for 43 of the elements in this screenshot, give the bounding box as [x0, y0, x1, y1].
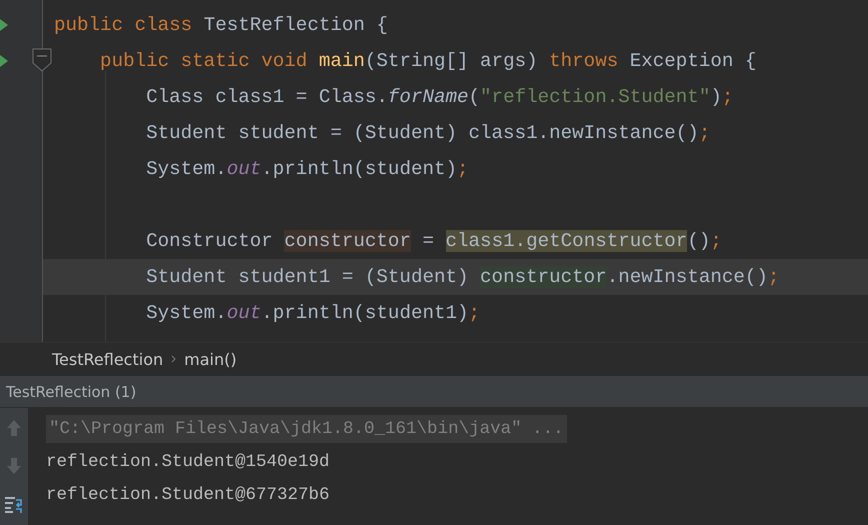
chevron-icon	[171, 355, 176, 363]
code-token: ()	[687, 230, 710, 252]
fold-icon[interactable]	[32, 48, 52, 72]
run-icon[interactable]	[0, 55, 8, 67]
code-token: Student student1 = (Student)	[145, 266, 470, 288]
breadcrumb[interactable]: main()	[184, 350, 237, 368]
code-token: ;	[468, 302, 480, 324]
code-token: "reflection.Student"	[480, 86, 710, 108]
code-token: )	[710, 86, 722, 108]
code-token: public class	[54, 14, 194, 36]
code-token: ;	[768, 266, 780, 288]
code-token: throws	[549, 50, 620, 72]
code-token: System.	[145, 302, 227, 324]
code-token: constructor	[284, 230, 411, 252]
code-token: constructor	[480, 266, 607, 288]
code-token: ;	[710, 230, 722, 252]
code-token: public static void	[99, 50, 308, 72]
run-icon[interactable]	[0, 19, 8, 31]
breadcrumb[interactable]: TestReflection	[52, 350, 164, 368]
code-token: System.	[145, 158, 227, 180]
code-token: Class class1 = Class.	[145, 86, 388, 108]
code-token: .println(student1)	[261, 302, 469, 324]
code-token: out	[226, 302, 262, 324]
code-token: =	[421, 230, 435, 252]
code-token: ;	[722, 86, 734, 108]
code-token: .println(student)	[261, 158, 458, 180]
run-tab[interactable]: TestReflection (1)	[6, 382, 136, 400]
console-line: reflection.Student@1540e19d	[46, 452, 330, 472]
code-token: (String[] args)	[364, 50, 539, 72]
code-token: forName	[388, 86, 469, 108]
code-token: class1.getConstructor	[446, 230, 688, 252]
code-token: TestReflection {	[204, 14, 388, 36]
code-token: out	[226, 158, 262, 180]
code-token: ;	[698, 122, 710, 144]
code-token: Student student = (Student) class1.newInstance()	[145, 122, 699, 144]
console-line: reflection.Student@677327b6	[46, 484, 330, 504]
code-token: Exception {	[630, 50, 756, 72]
code-token: .newInstance()	[606, 266, 768, 288]
code-token: main	[318, 50, 365, 72]
soft-wrap-icon[interactable]	[5, 496, 23, 514]
code-token: ;	[457, 158, 469, 180]
code-token: (	[468, 86, 480, 108]
code-token: Constructor	[145, 230, 274, 252]
